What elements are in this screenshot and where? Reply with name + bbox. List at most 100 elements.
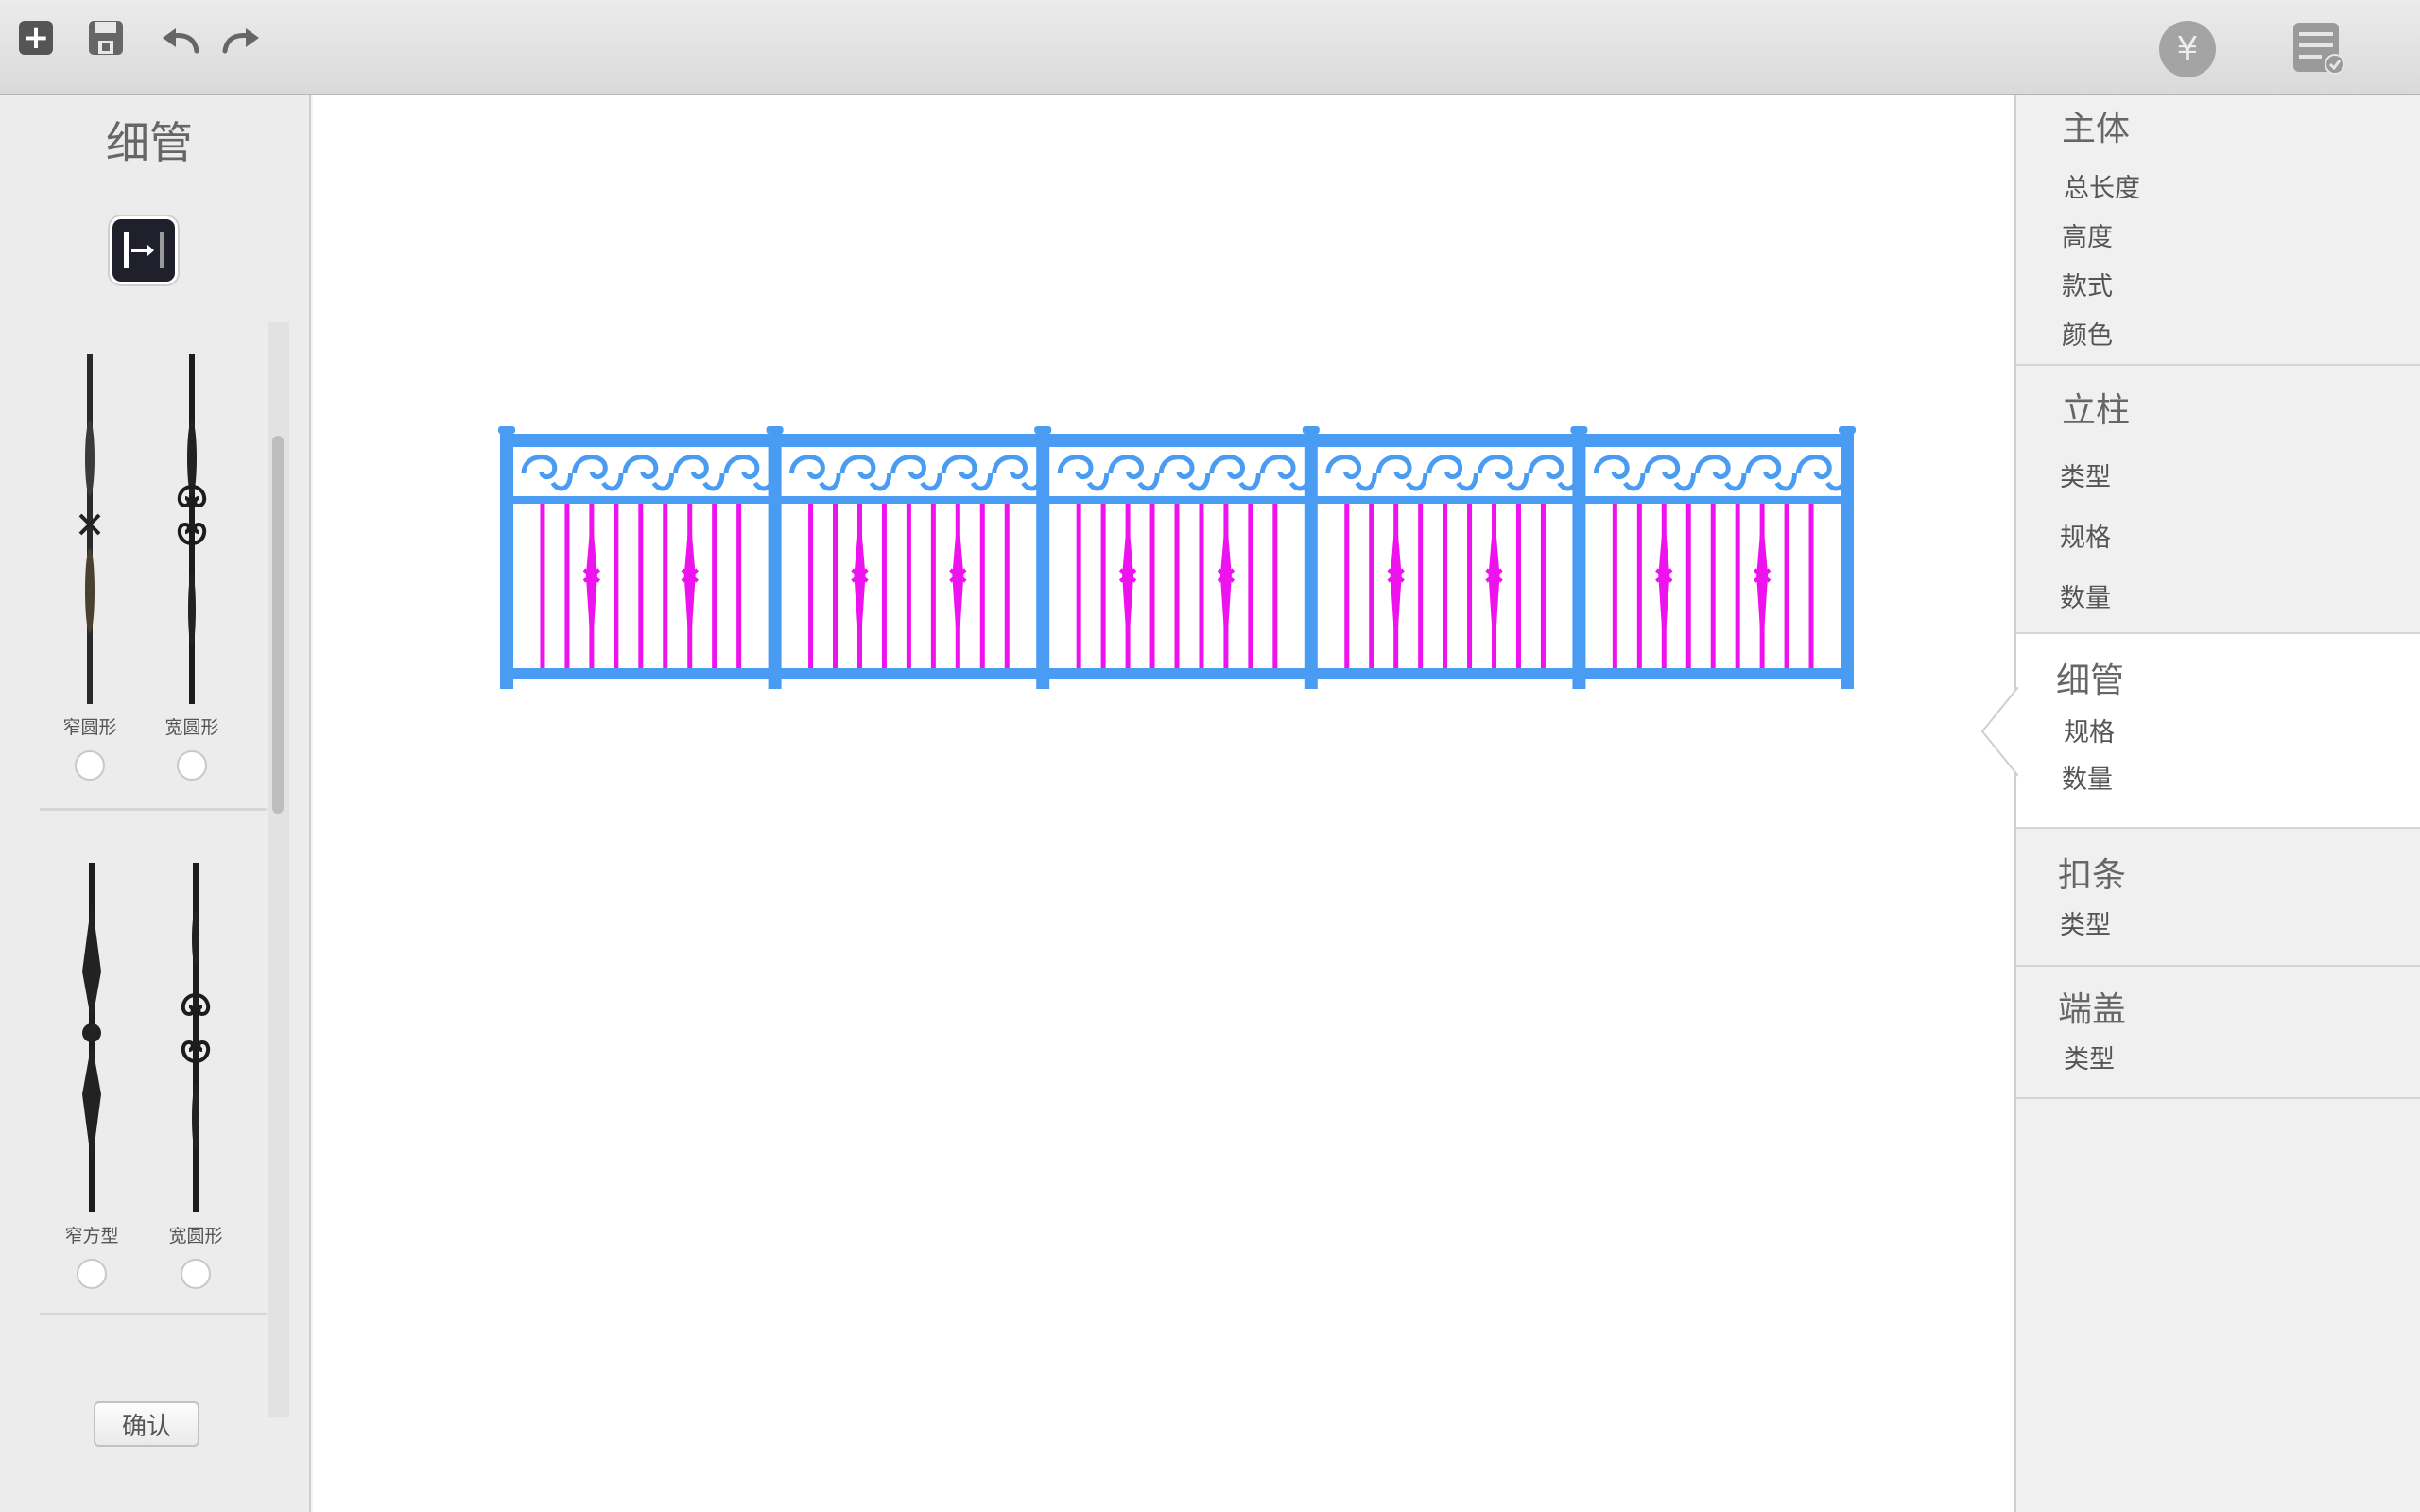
- post-cap: [1034, 426, 1052, 434]
- scroll-ornament: [1355, 472, 1377, 491]
- scroll-ornament: [1259, 455, 1296, 479]
- scroll-ornament: [789, 455, 825, 479]
- prop-color[interactable]: 颜色: [2062, 315, 2113, 352]
- baluster-label: 窄方型: [64, 1226, 119, 1246]
- picket: [1344, 504, 1350, 668]
- baluster-option[interactable]: 窄方型: [40, 863, 144, 1289]
- section-end-cap: 端盖 类型: [2016, 967, 2420, 1099]
- picket-ornament: [1219, 509, 1232, 661]
- prop-post-spec[interactable]: 规格: [2060, 517, 2111, 554]
- prop-baluster-spec[interactable]: 规格: [2064, 712, 2115, 748]
- picket: [833, 504, 838, 668]
- baluster-option[interactable]: 窄圆形: [38, 354, 142, 781]
- post: [1572, 430, 1586, 689]
- post: [1841, 430, 1854, 689]
- scroll-ornament: [1477, 455, 1513, 479]
- scroll-ornament: [521, 455, 558, 479]
- picket: [1735, 504, 1740, 668]
- picket: [1174, 504, 1180, 668]
- picket: [1418, 504, 1424, 668]
- plus-icon[interactable]: +: [19, 21, 53, 55]
- picket-ornament: [952, 509, 964, 661]
- picket: [736, 504, 742, 668]
- picket: [540, 504, 545, 668]
- bottom-rail: [507, 668, 1847, 679]
- scroll-ornament: [869, 472, 892, 491]
- divider: [40, 808, 267, 811]
- baluster-wide-round-image: [177, 354, 207, 704]
- section-title: 细管: [2056, 662, 2125, 700]
- prop-baluster-count[interactable]: 数量: [2062, 759, 2113, 796]
- property-panel: 主体 总长度 高度 款式 颜色 立柱 类型 规格 数量 细管 规格 数量 扣条 …: [1980, 95, 2420, 1512]
- section-title: 立柱: [2062, 391, 2131, 430]
- scroll-ornament: [1745, 455, 1782, 479]
- baluster-option[interactable]: 宽圆形: [140, 354, 244, 781]
- railing-preview: [498, 426, 1856, 689]
- scroll-ornament: [1593, 455, 1630, 479]
- redo-icon[interactable]: [219, 25, 263, 57]
- picket: [1100, 504, 1106, 668]
- post-cap: [1570, 426, 1588, 434]
- active-pointer: [1980, 679, 2018, 783]
- picket: [906, 504, 911, 668]
- post-cap: [498, 426, 515, 434]
- floppy-icon[interactable]: [87, 19, 125, 57]
- picket-ornament: [1488, 509, 1500, 661]
- scroll-ornament: [1057, 455, 1094, 479]
- post-cap: [766, 426, 784, 434]
- undo-icon[interactable]: [159, 25, 202, 57]
- picket-ornament: [1122, 509, 1134, 661]
- divider: [40, 1313, 267, 1315]
- baluster-radio[interactable]: [181, 1259, 211, 1289]
- prop-height[interactable]: 高度: [2062, 216, 2113, 253]
- scroll-ornament: [1623, 472, 1646, 491]
- prop-post-type[interactable]: 类型: [2060, 456, 2111, 493]
- prop-post-count[interactable]: 数量: [2060, 577, 2111, 614]
- confirm-button[interactable]: 确认: [94, 1401, 199, 1447]
- picket: [1248, 504, 1253, 668]
- section-title: 扣条: [2058, 856, 2127, 895]
- baluster-wide-round-scroll-image: [181, 863, 211, 1212]
- mid-rail: [507, 496, 1847, 504]
- baluster-label: 宽圆形: [168, 1226, 223, 1246]
- picket: [614, 504, 619, 668]
- picket: [712, 504, 717, 668]
- scroll-ornament: [890, 455, 926, 479]
- baluster-label: 窄圆形: [62, 717, 117, 738]
- scroll-ornament: [601, 472, 624, 491]
- picket-ornament: [854, 509, 866, 661]
- fit-width-icon[interactable]: [110, 216, 178, 284]
- post: [1036, 430, 1050, 689]
- baluster-radio[interactable]: [75, 750, 105, 781]
- picket: [808, 504, 814, 668]
- scroll-ornament: [839, 455, 876, 479]
- picket: [1467, 504, 1473, 668]
- scroll-ornament: [702, 472, 725, 491]
- top-rail: [507, 434, 1847, 447]
- baluster-option[interactable]: 宽圆形: [144, 863, 248, 1289]
- section-main: 主体 总长度 高度 款式 颜色: [2016, 95, 2420, 366]
- design-canvas[interactable]: [313, 95, 2014, 1512]
- scroll-ornament: [1694, 455, 1731, 479]
- price-icon[interactable]: ¥: [2159, 21, 2216, 77]
- scroll-ornament: [1375, 455, 1412, 479]
- scroll-ornament: [1108, 455, 1144, 479]
- picket: [1685, 504, 1691, 668]
- prop-end-cap-type[interactable]: 类型: [2064, 1039, 2115, 1075]
- list-check-icon[interactable]: [2291, 21, 2346, 76]
- picket: [1369, 504, 1374, 668]
- section-post: 立柱 类型 规格 数量: [2016, 366, 2420, 634]
- baluster-list: 窄圆形 宽圆形 窄方型 宽圆形: [17, 322, 282, 1417]
- scroll-ornament: [1456, 472, 1478, 491]
- prop-style[interactable]: 款式: [2062, 266, 2113, 302]
- picket: [1540, 504, 1546, 668]
- scroll-ornament: [550, 472, 574, 491]
- prop-total-length[interactable]: 总长度: [2064, 167, 2140, 204]
- scroll-ornament: [992, 455, 1028, 479]
- picket: [564, 504, 570, 668]
- baluster-radio[interactable]: [177, 750, 207, 781]
- prop-clip-type[interactable]: 类型: [2060, 904, 2111, 941]
- picket-ornament: [1756, 509, 1769, 661]
- baluster-radio[interactable]: [77, 1259, 107, 1289]
- picket: [881, 504, 887, 668]
